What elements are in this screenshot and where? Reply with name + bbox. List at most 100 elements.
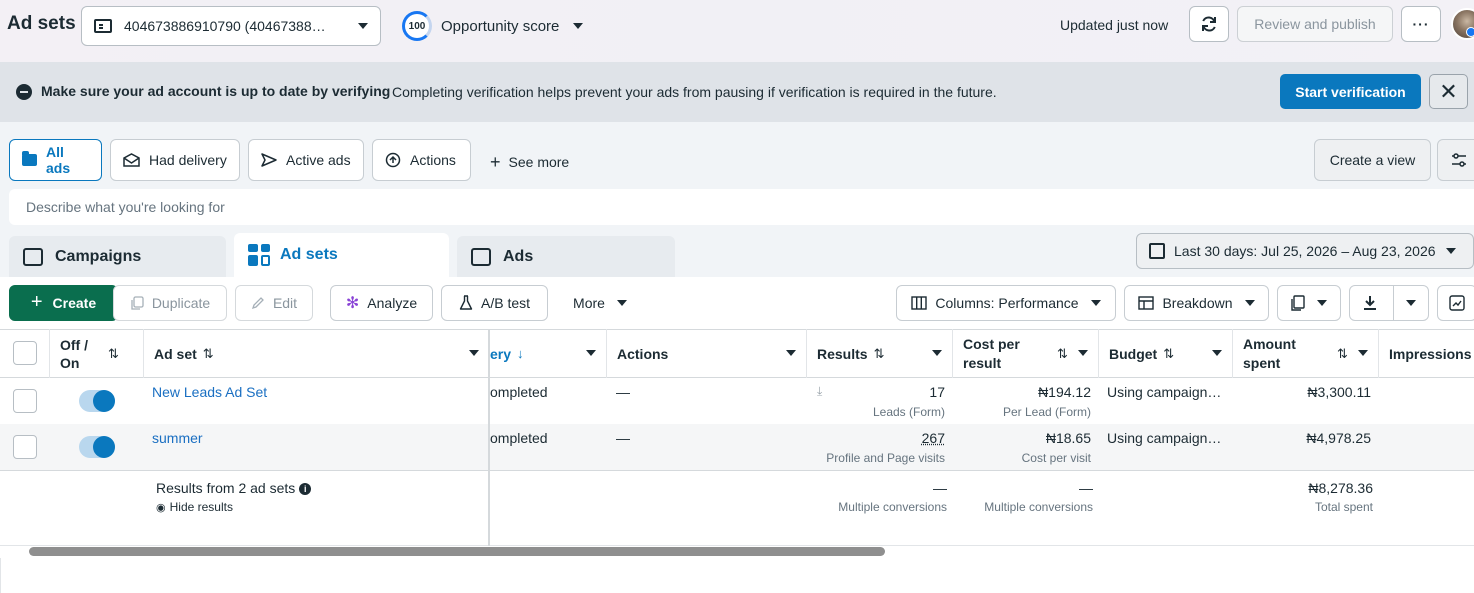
more-options-button[interactable]: ··· (1401, 6, 1441, 42)
minus-circle-icon (16, 84, 32, 100)
flask-icon (459, 295, 473, 310)
export-button[interactable] (1349, 285, 1429, 321)
refresh-button[interactable] (1189, 6, 1229, 42)
see-more-label: See more (508, 154, 570, 170)
scrollbar-thumb[interactable] (29, 547, 885, 556)
hide-results-label: Hide results (169, 500, 233, 514)
reports-button[interactable] (1277, 285, 1341, 321)
filter-active-ads[interactable]: Active ads (248, 139, 364, 181)
chevron-down-icon (616, 300, 627, 306)
columns-icon (911, 296, 928, 310)
chevron-down-icon (1212, 350, 1222, 356)
arrow-up-circle-icon (385, 152, 401, 168)
tab-label: Ad sets (280, 246, 338, 263)
edit-button[interactable]: Edit (235, 285, 313, 321)
summary-cost: — (1079, 480, 1093, 496)
more-actions-button[interactable]: More (560, 285, 640, 321)
results-value[interactable]: 267 (815, 430, 945, 446)
opportunity-score-ring: 100 (402, 11, 432, 41)
charts-button[interactable] (1437, 285, 1474, 321)
opportunity-score[interactable]: 100 Opportunity score (402, 11, 584, 41)
info-icon[interactable]: i (299, 483, 312, 495)
duplicate-button[interactable]: Duplicate (113, 285, 227, 321)
chevron-down-icon (469, 350, 479, 356)
column-actions[interactable]: Actions (607, 329, 807, 378)
column-amount-spent[interactable]: Amount spent ⇅ (1233, 329, 1379, 378)
row-checkbox[interactable] (13, 389, 37, 413)
breakdown-label: Breakdown (1162, 295, 1233, 311)
filter-label: Actions (410, 152, 456, 168)
close-banner-button[interactable]: ✕ (1429, 74, 1468, 109)
chevron-down-icon (1317, 300, 1327, 306)
create-view-button[interactable]: Create a view (1314, 139, 1431, 181)
button-divider (1392, 286, 1394, 320)
column-label: Actions (617, 345, 669, 362)
sort-icon: ⇅ (202, 345, 214, 361)
filter-label: All ads (45, 144, 71, 176)
start-verification-button[interactable]: Start verification (1280, 74, 1421, 109)
updated-status: Updated just now (1060, 17, 1169, 33)
column-label: Budget (1109, 345, 1158, 362)
date-range-picker[interactable]: Last 30 days: Jul 25, 2026 – Aug 23, 202… (1136, 233, 1474, 269)
column-impressions[interactable]: Impressions (1379, 329, 1474, 378)
search-input[interactable] (9, 189, 1474, 225)
ad-icon (471, 247, 491, 266)
chevron-down-icon (786, 350, 796, 356)
see-more-button[interactable]: + See more (490, 151, 569, 172)
ad-set-toggle[interactable] (79, 436, 115, 458)
banner-title: Make sure your ad account is up to date … (41, 83, 391, 99)
breakdown-selector[interactable]: Breakdown (1124, 285, 1269, 321)
cost-type: Cost per visit (1021, 451, 1091, 465)
analyze-button[interactable]: ✻ Analyze (330, 285, 433, 321)
columns-selector[interactable]: Columns: Performance (896, 285, 1116, 321)
opportunity-score-label: Opportunity score (441, 17, 560, 35)
ad-account-selector[interactable]: 404673886910790 (40467388… (81, 6, 381, 46)
filter-all-ads[interactable]: All ads (9, 139, 102, 181)
banner-message: Completing verification helps prevent yo… (392, 84, 997, 100)
chevron-down-icon (358, 23, 368, 29)
chevron-down-icon (1358, 350, 1368, 356)
column-results[interactable]: Results ⇅ (807, 329, 953, 378)
column-label: Ad set (154, 345, 197, 362)
create-label: Create (52, 295, 97, 311)
ad-set-name-link[interactable]: summer (152, 430, 203, 446)
tab-ads[interactable]: Ads (457, 236, 675, 277)
delivery-status: ompleted (490, 430, 548, 446)
tab-campaigns[interactable]: Campaigns (9, 236, 226, 277)
chart-icon (1449, 295, 1465, 311)
column-label: Results (817, 345, 868, 362)
envelope-icon (123, 153, 140, 167)
tab-ad-sets[interactable]: Ad sets (234, 233, 449, 277)
chevron-down-icon (586, 350, 596, 356)
summary-results: — (933, 480, 947, 496)
breakdown-icon (1138, 296, 1155, 310)
filter-had-delivery[interactable]: Had delivery (110, 139, 240, 181)
column-cost-per-result[interactable]: Cost per result ⇅ (953, 329, 1099, 378)
hide-results-button[interactable]: ◉ Hide results (156, 500, 233, 514)
analyze-label: Analyze (367, 295, 418, 311)
tab-label: Campaigns (55, 247, 142, 265)
amount-spent-value: ₦3,300.11 (1307, 384, 1371, 400)
column-budget[interactable]: Budget ⇅ (1099, 329, 1233, 378)
send-icon (261, 153, 277, 167)
summary-amount-spent: ₦8,278.36 (1308, 480, 1373, 496)
budget-value: Using campaign… (1107, 430, 1222, 446)
review-and-publish-button[interactable]: Review and publish (1237, 6, 1393, 42)
sort-descending-icon: ↓ (517, 346, 524, 361)
view-settings-button[interactable] (1437, 139, 1474, 181)
frozen-column-divider (488, 329, 490, 546)
ad-set-name-link[interactable]: New Leads Ad Set (152, 384, 267, 400)
chevron-down-icon (1078, 350, 1088, 356)
ad-set-toggle[interactable] (79, 390, 115, 412)
toggle-knob (93, 390, 115, 412)
column-ad-set[interactable]: Ad set ⇅ (144, 329, 490, 378)
row-checkbox[interactable] (13, 435, 37, 459)
filter-actions[interactable]: Actions (372, 139, 471, 181)
column-off-on[interactable]: Off / On ⇅ (50, 329, 144, 378)
sort-icon: ⇅ (1337, 346, 1348, 361)
sliders-icon (1452, 153, 1466, 167)
create-button[interactable]: + Create (9, 285, 118, 321)
column-delivery[interactable]: ery ↓ (490, 329, 607, 378)
select-all-checkbox[interactable] (13, 341, 37, 365)
ab-test-button[interactable]: A/B test (441, 285, 548, 321)
